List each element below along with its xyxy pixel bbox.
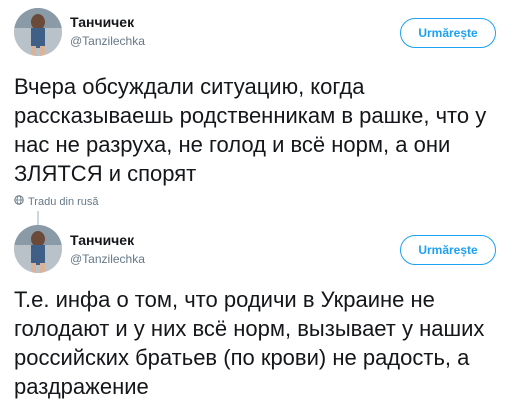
translate-label: Tradu din rusă xyxy=(28,195,99,208)
thread-line xyxy=(37,211,39,225)
avatar[interactable] xyxy=(14,8,62,56)
author-name[interactable]: Танчичек xyxy=(70,232,134,248)
avatar[interactable] xyxy=(14,225,62,273)
translate-link[interactable]: Tradu din rusă xyxy=(14,195,99,208)
tweet-2: Танчичек @Tanzilechka Urmărește Т.е. инф… xyxy=(0,225,518,412)
author-handle[interactable]: @Tanzilechka xyxy=(70,252,145,266)
author-handle[interactable]: @Tanzilechka xyxy=(70,34,145,48)
globe-icon xyxy=(14,195,24,208)
tweet-1: Танчичек @Tanzilechka Urmărește Вчера об… xyxy=(0,0,518,210)
author-name[interactable]: Танчичек xyxy=(70,14,134,30)
follow-button[interactable]: Urmărește xyxy=(400,18,496,48)
tweet-text: Вчера обсуждали ситуацию, когда рассказы… xyxy=(14,74,487,186)
tweet-text: Т.е. инфа о том, что родичи в Украине не… xyxy=(14,287,485,399)
follow-button[interactable]: Urmărește xyxy=(400,235,496,265)
